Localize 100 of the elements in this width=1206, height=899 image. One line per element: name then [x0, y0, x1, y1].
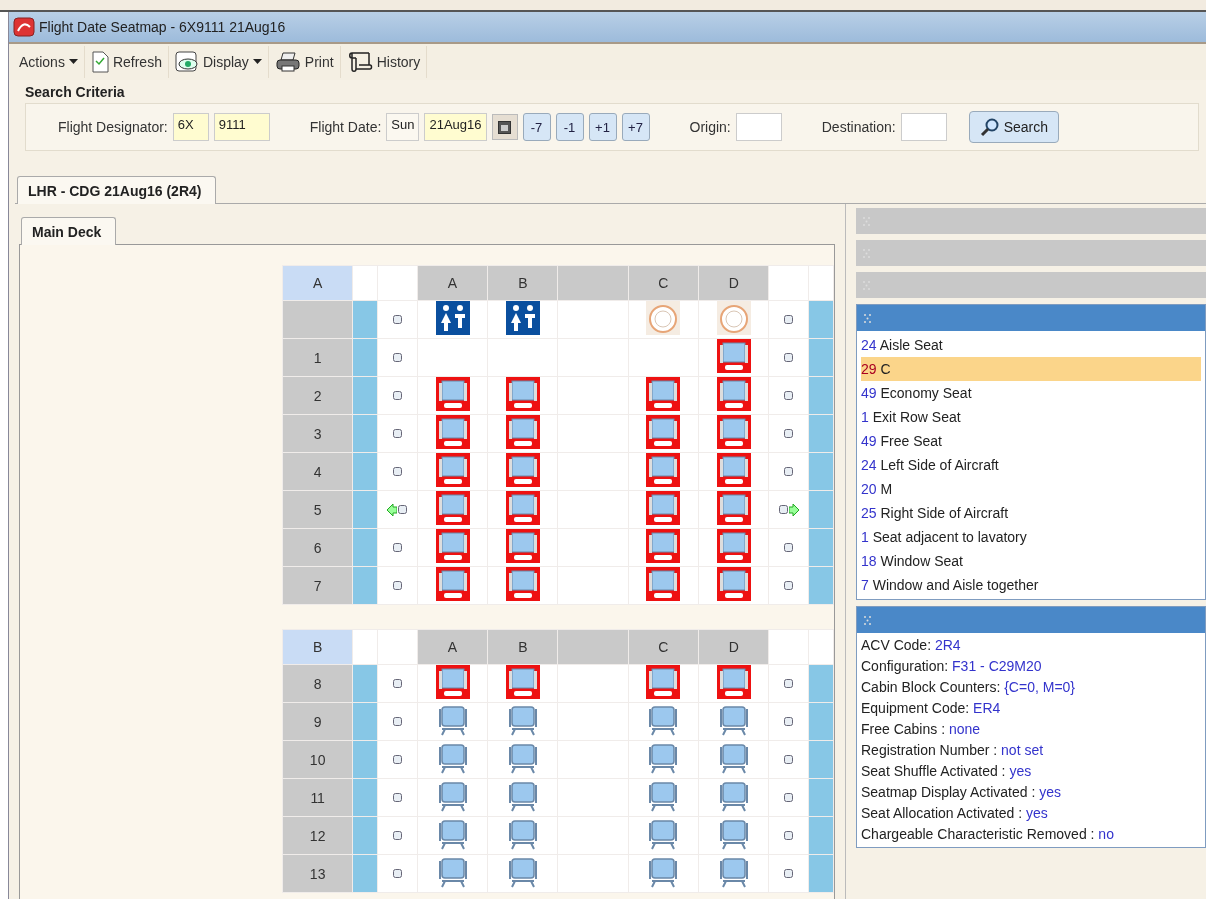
list-item[interactable]: 49 Economy Seat [861, 381, 1201, 405]
list-item[interactable]: 7 Window and Aisle together [861, 573, 1201, 597]
row-number: 3 [313, 425, 322, 442]
list-item[interactable]: 29 C [861, 357, 1201, 381]
row-number: 12 [309, 827, 326, 844]
occupied-seat[interactable] [505, 665, 540, 699]
info-line: Cabin Block Counters: {C=0, M=0} [861, 678, 1076, 697]
window-icon [392, 315, 402, 324]
list-item[interactable]: 1 Seat adjacent to lavatory [861, 525, 1201, 549]
list-item[interactable]: 1 Exit Row Seat [861, 405, 1201, 429]
list-item[interactable]: 18 Window Seat [861, 549, 1201, 573]
date-field[interactable]: 21Aug16 [424, 113, 487, 141]
date-step-button[interactable]: -7 [522, 113, 551, 141]
menu-button[interactable]: Actions [13, 46, 85, 78]
occupied-seat[interactable] [646, 567, 681, 601]
row-number: 6 [313, 539, 322, 556]
occupied-seat[interactable] [505, 491, 540, 525]
occupied-seat[interactable] [505, 567, 540, 601]
weekday-field: Sun [386, 113, 420, 141]
occupied-seat[interactable] [716, 453, 751, 487]
window-icon [392, 831, 402, 840]
list-item[interactable]: 20 M [861, 477, 1201, 501]
plate-icon [716, 301, 751, 335]
list-item[interactable]: 24 Aisle Seat [861, 333, 1201, 357]
occupied-seat[interactable] [435, 377, 470, 411]
app-icon [13, 17, 35, 37]
column-header: B [487, 265, 558, 301]
row-number: 4 [313, 463, 322, 480]
occupied-seat[interactable] [646, 665, 681, 699]
airline-field[interactable]: 6X [172, 113, 209, 141]
list-item[interactable]: 49 Free Seat [861, 429, 1201, 453]
occupied-seat[interactable] [646, 377, 681, 411]
window-icon [392, 679, 402, 688]
lavatory-icon [435, 301, 470, 335]
window-icon [392, 869, 402, 878]
occupied-seat[interactable] [435, 491, 470, 525]
window-icon [784, 543, 794, 552]
date-step-button[interactable]: +1 [588, 113, 617, 141]
list-item[interactable]: 25 Right Side of Aircraft [861, 501, 1201, 525]
toolbar-button[interactable]: History [340, 46, 428, 78]
window-icon [392, 755, 402, 764]
info-line: ACV Code: 2R4 [861, 636, 962, 655]
search-button[interactable]: Search [968, 111, 1060, 143]
occupied-seat[interactable] [505, 415, 540, 449]
toolbar-button[interactable]: Print [268, 46, 341, 78]
caret-icon [252, 59, 262, 65]
date-step-button[interactable]: +7 [621, 113, 650, 141]
occupied-seat[interactable] [646, 415, 681, 449]
occupied-seat[interactable] [716, 529, 751, 563]
lavatory-icon [505, 301, 540, 335]
window-icon [784, 315, 794, 324]
occupied-seat[interactable] [505, 453, 540, 487]
occupied-seat[interactable] [435, 415, 470, 449]
flight-number-field[interactable]: 9111 [213, 113, 270, 141]
calendar-button[interactable] [491, 114, 518, 140]
window-title: Flight Date Seatmap - 6X9111 21Aug16 [39, 19, 286, 35]
occupied-seat[interactable] [716, 491, 751, 525]
occupied-seat[interactable] [435, 453, 470, 487]
occupied-seat[interactable] [646, 529, 681, 563]
info-line: Free Cabins : none [861, 720, 982, 739]
occupied-seat[interactable] [435, 665, 470, 699]
toolbar-button[interactable]: Refresh [84, 46, 169, 78]
occupied-seat[interactable] [716, 415, 751, 449]
row-number: 13 [309, 865, 326, 882]
exit-arrow-icon [387, 503, 398, 516]
window-icon [398, 505, 408, 514]
occupied-seat[interactable] [505, 529, 540, 563]
row-number: 7 [313, 577, 322, 594]
origin-field[interactable] [735, 113, 782, 141]
menu-button[interactable]: Display [168, 46, 269, 78]
grip-icon [863, 614, 872, 626]
exit-arrow-icon [788, 503, 799, 516]
window-icon [784, 391, 794, 400]
route-tab[interactable]: LHR - CDG 21Aug16 (2R4) [17, 176, 217, 204]
occupied-seat[interactable] [716, 665, 751, 699]
window-icon [784, 869, 794, 878]
column-header: B [487, 629, 558, 665]
window-icon [392, 467, 402, 476]
column-header: C [628, 265, 699, 301]
destination-field[interactable] [900, 113, 947, 141]
deck-tab[interactable]: Main Deck [21, 217, 117, 245]
window-icon [784, 755, 794, 764]
field-label: Origin: [689, 119, 731, 135]
date-step-button[interactable]: -1 [555, 113, 584, 141]
window-icon [784, 793, 794, 802]
row-number: 9 [313, 713, 322, 730]
occupied-seat[interactable] [646, 491, 681, 525]
occupied-seat[interactable] [435, 529, 470, 563]
occupied-seat[interactable] [505, 377, 540, 411]
occupied-seat[interactable] [435, 567, 470, 601]
window-icon [392, 429, 402, 438]
info-line: Seatmap Display Activated : yes [861, 783, 1062, 802]
occupied-seat[interactable] [716, 567, 751, 601]
occupied-seat[interactable] [716, 377, 751, 411]
occupied-seat[interactable] [716, 339, 751, 373]
window-icon [392, 391, 402, 400]
column-header: C [628, 629, 699, 665]
occupied-seat[interactable] [646, 453, 681, 487]
list-item[interactable]: 24 Left Side of Aircraft [861, 453, 1201, 477]
window-icon [784, 679, 794, 688]
